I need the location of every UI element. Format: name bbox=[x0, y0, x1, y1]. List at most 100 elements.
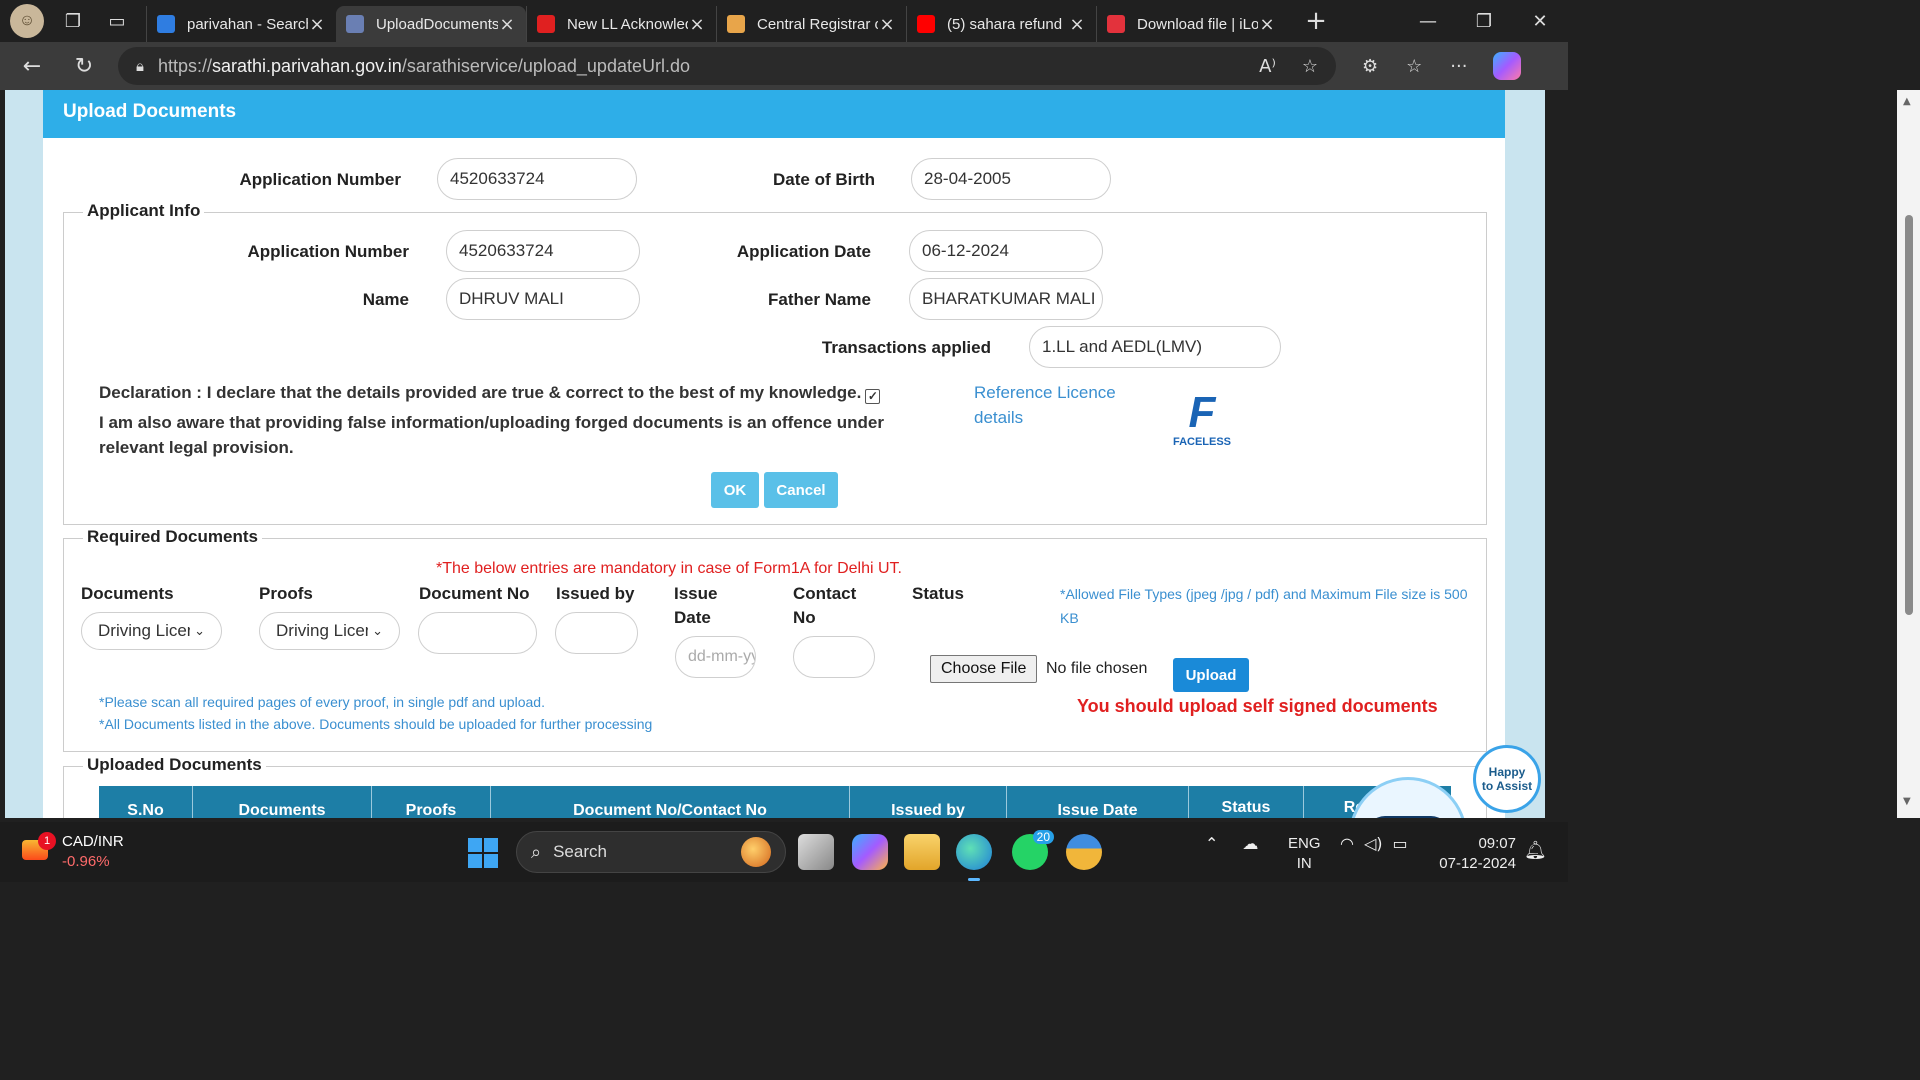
dob-input[interactable]: 28-04-2005 bbox=[911, 158, 1111, 200]
search-icon: ⌕ bbox=[531, 841, 542, 863]
faceless-text: FACELESS bbox=[1172, 436, 1232, 448]
url-field[interactable]: 🔒︎ https://sarathi.parivahan.gov.in/sara… bbox=[118, 47, 1336, 85]
browser-tab[interactable]: Download file | iLovePDF× bbox=[1096, 6, 1286, 42]
robot-visor bbox=[1366, 816, 1450, 818]
browser-tab[interactable]: Central Registrar of × bbox=[716, 6, 906, 42]
browser-tab[interactable]: (5) sahara refund × bbox=[906, 6, 1096, 42]
start-windows-icon[interactable] bbox=[468, 838, 498, 868]
read-aloud-icon[interactable]: A⁾ bbox=[1259, 56, 1276, 77]
chevron-down-icon: ⌄ bbox=[194, 623, 205, 639]
workspaces-icon[interactable]: ❐ bbox=[58, 6, 88, 36]
application-date-label: Application Date bbox=[736, 242, 871, 261]
refresh-icon[interactable]: ↻ bbox=[64, 46, 104, 86]
scroll-thumb[interactable] bbox=[1905, 215, 1913, 615]
task-view-icon[interactable] bbox=[798, 834, 834, 870]
clock-date: 07-12-2024 bbox=[1439, 855, 1516, 872]
applicant-app-number-input[interactable]: 4520633724 bbox=[446, 230, 640, 272]
declaration-checkbox[interactable]: ✓ bbox=[865, 389, 881, 404]
extensions-icon[interactable]: ⚙ bbox=[1362, 56, 1378, 77]
self-signed-warning: You should upload self signed documents bbox=[1077, 696, 1438, 716]
document-no-input[interactable] bbox=[418, 612, 537, 654]
language-indicator[interactable]: ENG IN bbox=[1288, 834, 1321, 874]
close-tab-icon[interactable]: × bbox=[1068, 14, 1086, 35]
more-menu-icon[interactable]: ··· bbox=[1450, 56, 1467, 77]
search-highlight-icon bbox=[741, 837, 771, 867]
cancel-button[interactable]: Cancel bbox=[764, 472, 838, 508]
contact-no-input[interactable] bbox=[793, 636, 875, 678]
upload-button[interactable]: Upload bbox=[1173, 658, 1249, 692]
tab-actions-icon[interactable]: ▭ bbox=[102, 6, 132, 36]
minimize-icon[interactable]: — bbox=[1400, 0, 1456, 42]
browser-tab-bar: ☺ ❐ ▭ parivahan - Search × UploadDocuments… bbox=[0, 0, 1568, 42]
mandatory-note: *The below entries are mandatory in case… bbox=[436, 560, 902, 577]
assist-line-2: to Assist bbox=[1481, 779, 1533, 793]
scroll-down-icon[interactable]: ▼ bbox=[1903, 796, 1911, 807]
tab-title: parivahan - Search bbox=[187, 15, 308, 33]
onedrive-cloud-icon[interactable]: ☁ bbox=[1242, 834, 1258, 853]
transactions-label: Transactions applied bbox=[821, 338, 991, 357]
th-status: Status bbox=[1189, 786, 1304, 818]
father-name-label: Father Name bbox=[768, 290, 871, 309]
close-tab-icon[interactable]: × bbox=[688, 14, 706, 35]
chevron-down-icon: ⌄ bbox=[372, 623, 383, 639]
profile-avatar[interactable]: ☺ bbox=[10, 4, 44, 38]
dob-label: Date of Birth bbox=[773, 170, 875, 189]
taskbar-search-label: Search bbox=[553, 842, 607, 861]
application-date-input[interactable]: 06-12-2024 bbox=[909, 230, 1103, 272]
page-viewport: Upload Documents Application Number 4520… bbox=[5, 90, 1545, 818]
edge-browser-icon[interactable] bbox=[956, 834, 992, 881]
wifi-icon: ◠ bbox=[1340, 834, 1354, 853]
scroll-up-icon[interactable]: ▲ bbox=[1903, 96, 1911, 107]
back-icon[interactable]: ← bbox=[12, 46, 52, 86]
father-name-input[interactable]: BHARATKUMAR MALI bbox=[909, 278, 1103, 320]
notification-bell-icon[interactable]: 🔔︎ bbox=[1524, 840, 1547, 861]
happy-to-assist-bot[interactable]: Happy to Assist bbox=[1345, 745, 1545, 818]
applicant-info-legend: Applicant Info bbox=[83, 201, 205, 221]
copilot-icon[interactable] bbox=[1493, 52, 1522, 80]
new-tab-button[interactable]: + bbox=[1296, 6, 1336, 36]
transactions-input[interactable]: 1.LL and AEDL(LMV) bbox=[1029, 326, 1281, 368]
close-window-icon[interactable]: ✕ bbox=[1512, 0, 1568, 42]
lock-icon[interactable]: 🔒︎ bbox=[136, 57, 144, 75]
assist-bubble[interactable]: Happy to Assist bbox=[1473, 745, 1541, 813]
ok-button[interactable]: OK bbox=[711, 472, 759, 508]
browser-tab[interactable]: New LL Acknowledgement× bbox=[526, 6, 716, 42]
close-tab-icon[interactable]: × bbox=[1258, 14, 1276, 35]
app-number-input[interactable]: 4520633724 bbox=[437, 158, 637, 200]
widgets-icon: 1 bbox=[20, 832, 56, 864]
choose-file-button[interactable]: Choose File bbox=[930, 655, 1038, 683]
chevron-up-icon[interactable]: ⌃ bbox=[1205, 834, 1218, 853]
page-scrollbar[interactable]: ▲ ▼ bbox=[1897, 90, 1920, 818]
proofs-select[interactable]: Driving Licence ⌄ bbox=[259, 612, 400, 650]
issued-by-input[interactable] bbox=[555, 612, 638, 654]
url-path: /sarathiservice/upload_updateUrl.do bbox=[401, 55, 690, 76]
clock[interactable]: 09:07 07-12-2024 bbox=[1438, 834, 1516, 874]
copilot-app-icon[interactable] bbox=[852, 834, 888, 870]
issue-date-input[interactable]: dd-mm-yyyy bbox=[675, 636, 756, 678]
app-number-label: Application Number bbox=[239, 170, 401, 189]
whatsapp-icon[interactable]: 20 bbox=[1012, 830, 1054, 870]
rewards-medal-icon[interactable] bbox=[1066, 834, 1102, 870]
close-tab-icon[interactable]: × bbox=[498, 14, 516, 35]
quick-settings[interactable]: ◠ ◁) ▭ bbox=[1340, 834, 1408, 853]
browser-tab[interactable]: parivahan - Search × bbox=[146, 6, 336, 42]
reference-licence-link[interactable]: Reference Licence details bbox=[974, 380, 1144, 430]
stock-widget[interactable]: 1 CAD/INR -0.96% bbox=[20, 832, 124, 872]
browser-tab[interactable]: UploadDocuments × bbox=[336, 6, 526, 42]
th-proofs: Proofs bbox=[372, 786, 491, 818]
restore-icon[interactable]: ❐ bbox=[1456, 0, 1512, 42]
windows-taskbar: 1 CAD/INR -0.96% ⌕ Search 20 ⌃ ☁ ENG IN … bbox=[0, 822, 1568, 882]
name-input[interactable]: DHRUV MALI bbox=[446, 278, 640, 320]
close-tab-icon[interactable]: × bbox=[878, 14, 896, 35]
file-explorer-icon[interactable] bbox=[904, 834, 940, 870]
declaration-line-2: I am also aware that providing false inf… bbox=[99, 413, 884, 457]
favorite-star-icon[interactable]: ☆ bbox=[1302, 56, 1318, 77]
declaration-line-1: Declaration : I declare that the details… bbox=[99, 383, 862, 402]
required-documents-legend: Required Documents bbox=[83, 527, 262, 547]
col-contact-no: Contact No bbox=[793, 584, 857, 627]
favorites-icon[interactable]: ☆ bbox=[1406, 56, 1422, 77]
documents-select[interactable]: Driving Licence ⌄ bbox=[81, 612, 222, 650]
close-tab-icon[interactable]: × bbox=[308, 14, 326, 35]
taskbar-search[interactable]: ⌕ Search bbox=[516, 831, 786, 873]
col-documents: Documents bbox=[81, 584, 174, 603]
